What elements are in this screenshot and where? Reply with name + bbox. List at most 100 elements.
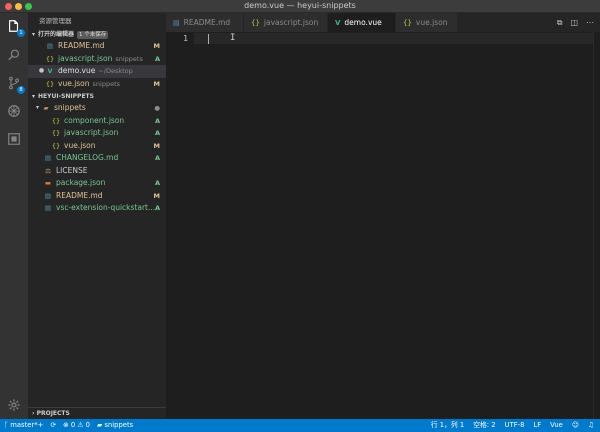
markdown-file-icon: ▤ <box>173 18 180 27</box>
title-bar: demo.vue — heyui-snippets <box>0 0 600 13</box>
markdown-file-icon: ▤ <box>44 204 52 212</box>
open-editor-name: demo.vue <box>58 66 96 75</box>
git-branch-icon: ᚴ <box>4 421 9 429</box>
explorer-sidebar: 资源管理器 ▾ 打开的编辑器 1 个未保存 ▤ README.md M {} j… <box>28 13 166 419</box>
problems-status[interactable]: ⊗ 0 ⚠ 0 <box>63 419 90 432</box>
tree-item[interactable]: ⚖ LICENSE <box>28 165 166 178</box>
source-control-icon[interactable]: 8 <box>6 75 25 94</box>
tree-item-folder[interactable]: ▾ ▰ snippets ● <box>28 102 166 115</box>
tree-item[interactable]: ▤ vsc-extension-quickstart... A <box>28 202 166 215</box>
json-file-icon: {} <box>403 18 412 27</box>
git-status: M <box>153 191 160 200</box>
vue-file-icon: V <box>47 67 53 75</box>
cursor-position[interactable]: 行 1，列 1 <box>431 419 464 432</box>
git-status: M <box>153 79 160 88</box>
chevron-down-icon: ▾ <box>32 93 36 100</box>
json-file-icon: {} <box>51 141 61 150</box>
split-editor-icon[interactable]: ◫ <box>570 18 578 27</box>
line-number: 1 <box>183 34 188 43</box>
folder-icon: ▰ <box>96 421 103 429</box>
tree-item[interactable]: ▬ package.json A <box>28 177 166 190</box>
json-file-icon: {} <box>251 18 260 27</box>
workspace-status[interactable]: ▰ snippets <box>97 419 133 432</box>
tab-label: demo.vue <box>344 18 382 27</box>
git-status: A <box>154 116 160 125</box>
open-editor-name: vue.json <box>58 78 90 88</box>
vue-file-icon: V <box>335 18 341 27</box>
git-status: M <box>153 141 160 150</box>
extensions-icon[interactable] <box>6 131 22 147</box>
tab-readme[interactable]: ▤ README.md <box>166 13 244 32</box>
tree-item-label: CHANGELOG.md <box>56 153 119 162</box>
indentation[interactable]: 空格: 2 <box>473 419 495 432</box>
tree-item[interactable]: {} vue.json M <box>28 140 166 153</box>
tree-item[interactable]: {} javascript.json A <box>28 127 166 140</box>
json-file-icon: {} <box>51 116 61 125</box>
tab-javascript-json[interactable]: {} javascript.json <box>244 13 328 32</box>
tree-item-label: vsc-extension-quickstart... <box>56 203 156 212</box>
git-status: A <box>154 179 160 187</box>
tree-item[interactable]: {} component.json A <box>28 115 166 128</box>
warning-icon: ⚠ <box>77 421 84 429</box>
code-editor[interactable]: 1 I <box>166 32 600 419</box>
projects-section-header[interactable]: › PROJECTS <box>28 407 166 419</box>
scm-badge: 8 <box>17 86 25 94</box>
open-editor-item[interactable]: ● V demo.vue ~/Desktop <box>28 65 166 78</box>
tree-item-label: package.json <box>56 178 106 187</box>
open-editors-header[interactable]: ▾ 打开的编辑器 1 个未保存 <box>28 29 166 40</box>
open-editor-desc: snippets <box>92 79 121 88</box>
json-file-icon: {} <box>45 79 55 88</box>
license-file-icon: ⚖ <box>45 166 51 175</box>
warning-count: 0 <box>85 421 90 429</box>
tree-item[interactable]: ▤ README.md M <box>28 190 166 203</box>
feedback-smiley-icon[interactable]: ☺ <box>572 419 579 432</box>
more-actions-icon[interactable]: ⋯ <box>586 18 594 27</box>
error-count: 0 <box>70 421 76 429</box>
debug-icon[interactable] <box>6 103 22 119</box>
sidebar-title: 资源管理器 <box>39 17 72 25</box>
notifications-bell-icon[interactable]: ♫ <box>588 419 594 432</box>
open-editor-item[interactable]: {} vue.json snippets M <box>28 78 166 91</box>
tab-vue-json[interactable]: {} vue.json <box>396 13 458 32</box>
tree-item-label: vue.json <box>64 140 96 150</box>
markdown-file-icon: ▤ <box>44 191 52 200</box>
open-changes-icon[interactable]: ⧉ <box>557 18 563 28</box>
sync-icon[interactable]: ⟳ <box>50 419 56 432</box>
editor-tab-bar: ▤ README.md {} javascript.json V demo.vu… <box>166 13 600 32</box>
tree-item-label: LICENSE <box>56 165 88 175</box>
tree-item[interactable]: ▤ CHANGELOG.md A <box>28 152 166 165</box>
open-editor-name: javascript.json <box>58 53 113 63</box>
explorer-icon[interactable]: 1 <box>6 18 25 37</box>
git-status: A <box>154 204 160 212</box>
tab-label: vue.json <box>415 18 448 27</box>
open-editor-item[interactable]: {} javascript.json snippets A <box>28 53 166 66</box>
git-status: A <box>154 129 160 137</box>
tab-demo-vue[interactable]: V demo.vue <box>328 13 396 32</box>
git-status: ● <box>154 104 160 112</box>
tree-item-label: javascript.json <box>64 128 119 137</box>
markdown-file-icon: ▤ <box>46 42 54 50</box>
tree-item-label: snippets <box>54 103 86 112</box>
scrollbar[interactable] <box>593 32 594 419</box>
window-title: demo.vue — heyui-snippets <box>244 1 356 10</box>
workspace-name: snippets <box>104 421 134 429</box>
open-editor-item[interactable]: ▤ README.md M <box>28 40 166 53</box>
open-editor-desc: snippets <box>115 54 143 63</box>
search-icon[interactable] <box>6 47 22 63</box>
unsaved-badge: 1 个未保存 <box>77 30 109 39</box>
language-mode[interactable]: Vue <box>550 419 563 432</box>
branch-status[interactable]: ᚴ master*+ <box>4 419 43 432</box>
tree-item-label: README.md <box>56 190 103 200</box>
branch-name: master*+ <box>10 421 44 429</box>
settings-gear-icon[interactable] <box>6 397 22 413</box>
encoding[interactable]: UTF-8 <box>505 419 525 432</box>
json-file-icon: {} <box>45 54 55 63</box>
git-status: M <box>153 42 160 50</box>
unsaved-dot-icon[interactable]: ● <box>38 65 45 78</box>
folder-header[interactable]: ▾ HEYUI-SNIPPETS <box>28 91 166 102</box>
tab-label: README.md <box>183 18 231 27</box>
chevron-down-icon: ▾ <box>35 104 39 111</box>
line-ending[interactable]: LF <box>533 419 541 432</box>
explorer-badge: 1 <box>17 29 25 37</box>
error-icon: ⊗ <box>63 421 69 429</box>
